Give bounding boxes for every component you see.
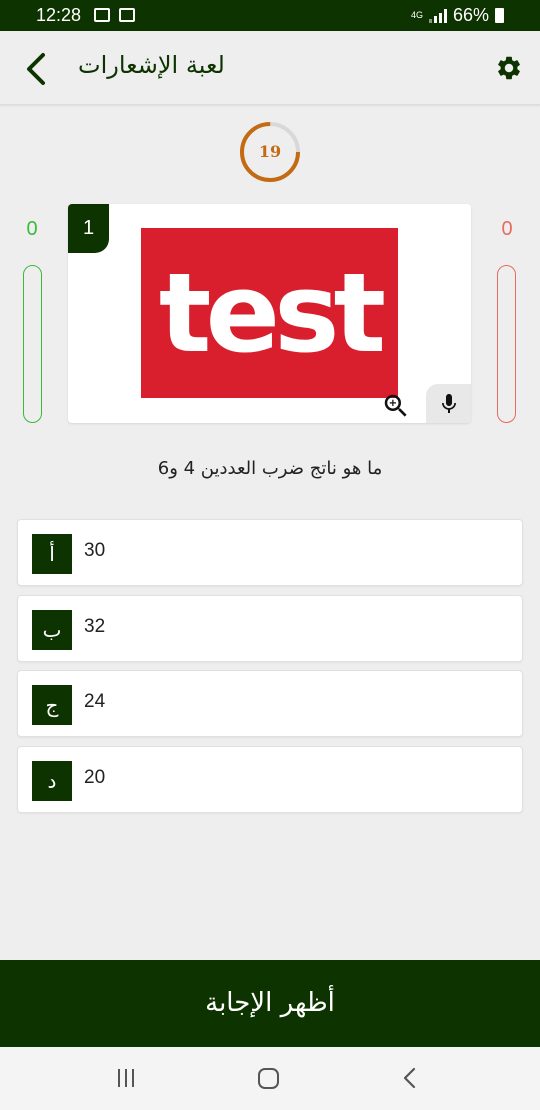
status-time: 12:28 xyxy=(36,5,82,25)
question-image-text: test xyxy=(158,249,386,377)
gear-icon xyxy=(498,56,520,80)
signal-icon xyxy=(428,8,447,23)
question-number: 1 xyxy=(68,204,109,253)
countdown-timer: 19 xyxy=(239,121,301,183)
right-score-bar xyxy=(497,265,516,423)
home-button[interactable] xyxy=(258,1068,279,1089)
answer-option-c[interactable]: ج 24 xyxy=(17,670,523,737)
show-answer-button[interactable]: أظهر الإجابة xyxy=(0,960,540,1047)
status-bar: 12:28 4G 66% xyxy=(0,0,540,31)
battery-percent: 66% xyxy=(452,5,489,25)
answer-letter: ج xyxy=(32,685,72,725)
settings-button[interactable] xyxy=(492,51,526,85)
answer-letter: أ xyxy=(32,534,72,574)
answer-letter: د xyxy=(32,761,72,801)
back-button[interactable] xyxy=(18,49,54,89)
zoom-in-icon xyxy=(384,394,407,417)
answer-value: 20 xyxy=(84,767,106,788)
back-arrow-icon xyxy=(403,1067,416,1089)
left-score-bar xyxy=(23,265,42,423)
timer-value: 19 xyxy=(258,142,282,161)
answer-letter: ب xyxy=(32,610,72,650)
network-type: 4G xyxy=(410,10,423,20)
answer-option-a[interactable]: أ 30 xyxy=(17,519,523,586)
system-nav-bar xyxy=(0,1047,540,1110)
screen-notification-icon xyxy=(119,8,135,22)
question-image-card: test 1 xyxy=(68,204,471,423)
answer-value: 30 xyxy=(84,540,106,561)
answer-option-b[interactable]: ب 32 xyxy=(17,595,523,662)
zoom-button[interactable] xyxy=(381,391,411,421)
microphone-icon xyxy=(441,393,456,413)
question-image[interactable]: test xyxy=(141,228,398,398)
answer-option-d[interactable]: د 20 xyxy=(17,746,523,813)
answer-value: 24 xyxy=(84,691,106,712)
left-score: 0 xyxy=(26,218,38,240)
chevron-left-icon xyxy=(27,53,45,85)
image-notification-icon xyxy=(94,8,110,22)
answer-value: 32 xyxy=(84,616,106,637)
system-back-button[interactable] xyxy=(400,1067,420,1089)
question-text: ما هو ناتج ضرب العددين 4 و6 xyxy=(157,458,383,479)
battery-icon xyxy=(495,8,504,23)
microphone-button[interactable] xyxy=(426,384,471,423)
page-title: لعبة الإشعارات xyxy=(78,51,225,79)
app-bar: لعبة الإشعارات xyxy=(0,31,540,105)
recent-apps-button[interactable] xyxy=(118,1069,138,1087)
right-score: 0 xyxy=(501,218,513,240)
